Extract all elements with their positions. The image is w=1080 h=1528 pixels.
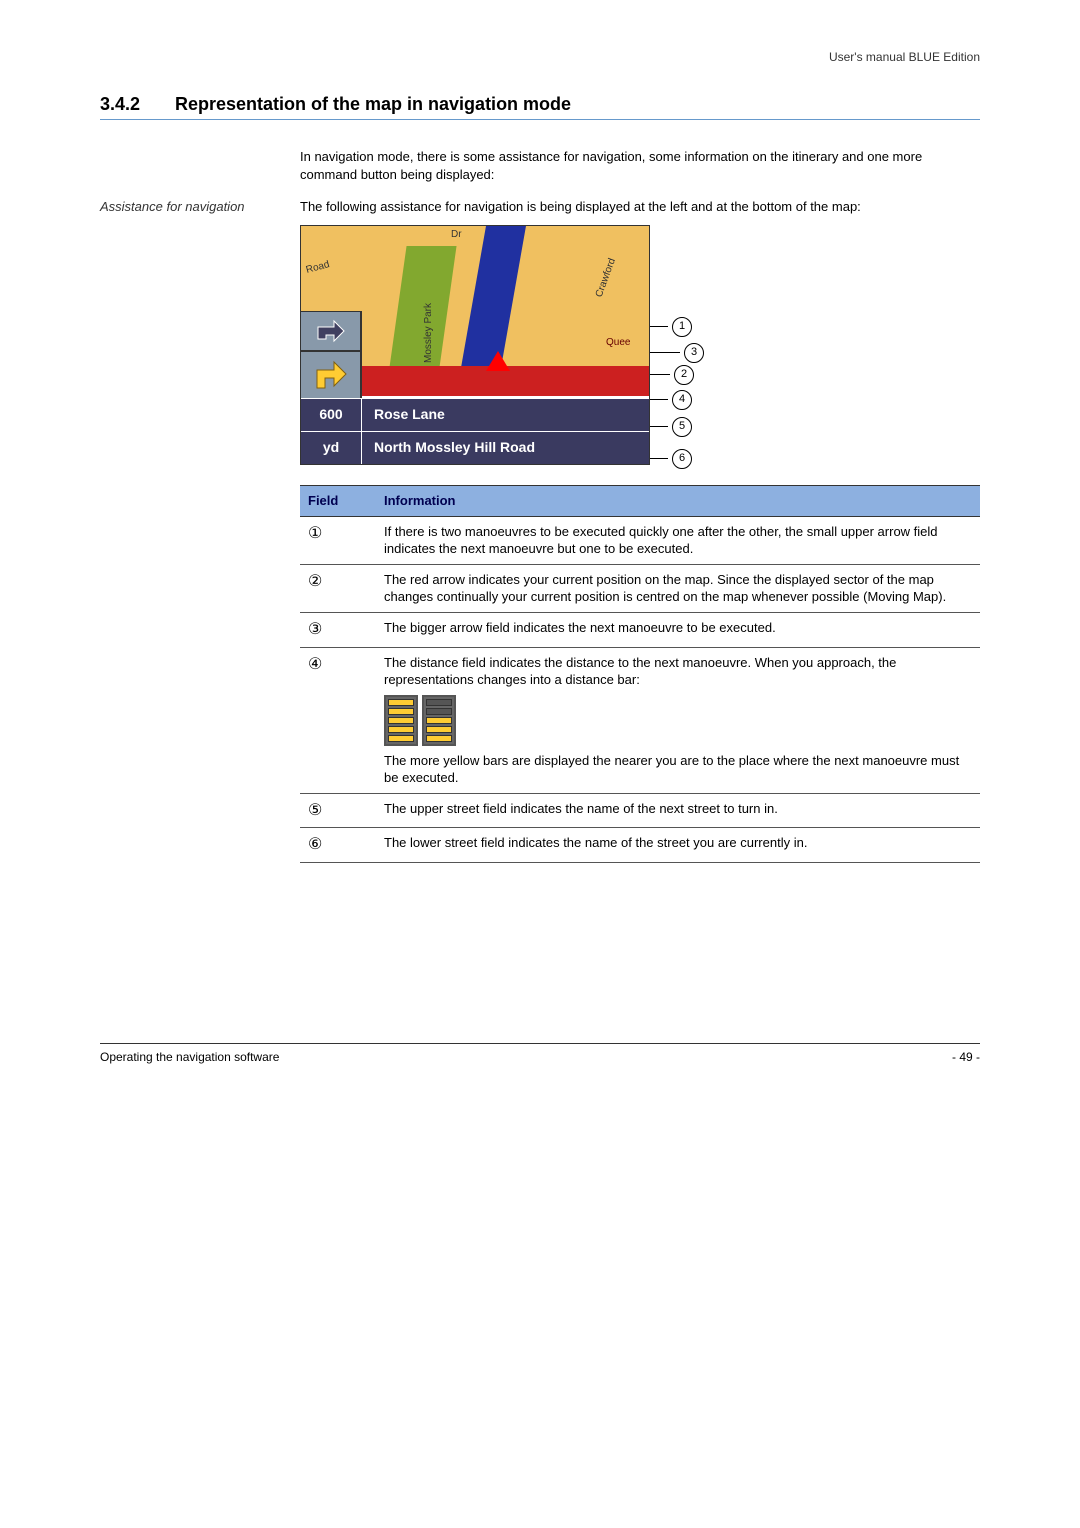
assistance-paragraph: The following assistance for navigation … <box>300 198 980 216</box>
table-row: ③ The bigger arrow field indicates the n… <box>300 612 980 647</box>
row4-info-a: The distance field indicates the distanc… <box>384 654 972 689</box>
small-arrow-icon <box>316 319 346 343</box>
table-row: ④ The distance field indicates the dista… <box>300 647 980 793</box>
row1-info: If there is two manoeuvres to be execute… <box>376 516 980 564</box>
callout-5: 5 <box>672 417 692 437</box>
row2-field: ② <box>300 564 376 612</box>
footer-right: - 49 - <box>952 1050 980 1064</box>
callout-2: 2 <box>674 365 694 385</box>
row3-field: ③ <box>300 612 376 647</box>
row6-field: ⑥ <box>300 828 376 863</box>
map-figure: Road Mossley Park Crawford Dr Quee <box>300 225 680 465</box>
row4-info-b: The more yellow bars are displayed the n… <box>384 752 972 787</box>
next-plus-one-arrow-box <box>301 311 361 351</box>
margin-note: Assistance for navigation <box>100 198 300 863</box>
lower-street-name: North Mossley Hill Road <box>362 432 649 464</box>
table-row: ② The red arrow indicates your current p… <box>300 564 980 612</box>
current-position-arrow-icon <box>486 351 510 371</box>
section-number: 3.4.2 <box>100 94 170 115</box>
row5-info: The upper street field indicates the nam… <box>376 793 980 828</box>
field-table: Field Information ① If there is two mano… <box>300 485 980 863</box>
next-arrow-box <box>301 351 361 399</box>
table-row: ① If there is two manoeuvres to be execu… <box>300 516 980 564</box>
row4-field: ④ <box>300 647 376 793</box>
th-field: Field <box>300 485 376 516</box>
distance-unit: yd <box>301 432 362 464</box>
row1-field: ① <box>300 516 376 564</box>
footer-left: Operating the navigation software <box>100 1050 279 1064</box>
distance-bar-full-icon <box>384 695 418 746</box>
map-label-queens: Quee <box>606 336 630 350</box>
map-label-park: Mossley Park <box>422 303 436 363</box>
row5-field: ⑤ <box>300 793 376 828</box>
table-row: ⑤ The upper street field indicates the n… <box>300 793 980 828</box>
row2-info: The red arrow indicates your current pos… <box>376 564 980 612</box>
row4-info: The distance field indicates the distanc… <box>376 647 980 793</box>
callout-3: 3 <box>684 343 704 363</box>
big-arrow-icon <box>314 360 348 390</box>
nav-panel-left <box>301 311 362 399</box>
distance-value: 600 <box>301 399 362 431</box>
row3-info: The bigger arrow field indicates the nex… <box>376 612 980 647</box>
intro-paragraph: In navigation mode, there is some assist… <box>300 148 980 184</box>
header-right: User's manual BLUE Edition <box>100 50 980 64</box>
th-info: Information <box>376 485 980 516</box>
upper-street-name: Rose Lane <box>362 399 649 431</box>
callout-6: 6 <box>672 449 692 469</box>
map-canvas: Road Mossley Park Crawford Dr Quee <box>300 225 650 465</box>
row6-info: The lower street field indicates the nam… <box>376 828 980 863</box>
page-footer: Operating the navigation software - 49 - <box>100 1043 980 1064</box>
table-row: ⑥ The lower street field indicates the n… <box>300 828 980 863</box>
section-title-text: Representation of the map in navigation … <box>175 94 571 114</box>
callout-4: 4 <box>672 390 692 410</box>
distance-bar-partial-icon <box>422 695 456 746</box>
callout-1: 1 <box>672 317 692 337</box>
section-heading: 3.4.2 Representation of the map in navig… <box>100 94 980 120</box>
map-label-drive: Dr <box>451 228 462 242</box>
